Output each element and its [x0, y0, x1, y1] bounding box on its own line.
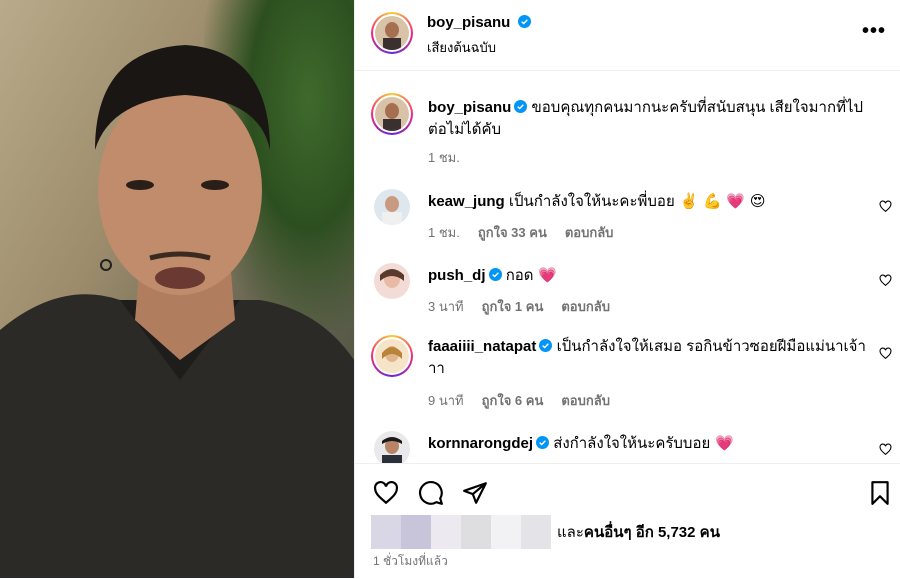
comment-text: ส่งกำลังใจให้นะครับบอย 💗 — [553, 434, 734, 452]
verified-badge-icon — [514, 100, 528, 113]
caption-avatar[interactable] — [371, 93, 413, 135]
comment-time: 1 ชม. — [428, 225, 460, 240]
comment-avatar[interactable] — [374, 263, 410, 299]
comment-avatar[interactable] — [374, 431, 410, 463]
comment-username[interactable]: kornnarongdej — [428, 435, 533, 452]
verified-badge-icon — [488, 268, 502, 281]
save-bookmark-icon[interactable] — [867, 480, 893, 506]
more-options-icon[interactable]: ••• — [862, 20, 886, 43]
verified-badge-icon — [536, 436, 550, 449]
reply-button[interactable]: ตอบกลับ — [561, 299, 610, 314]
likes-prefix: และ — [557, 524, 584, 541]
comment-text: กอด 💗 — [505, 266, 557, 284]
comment-username[interactable]: faaaiiii_natapat — [428, 338, 536, 355]
comments-list[interactable]: boy_pisanu ขอบคุณทุกคนมากนะครับที่สนับสน… — [355, 71, 900, 463]
caption-time: 1 ชม. — [428, 150, 460, 165]
comment-time: 9 นาที — [428, 393, 464, 408]
comment-time: 3 นาที — [428, 299, 464, 314]
comment-username[interactable]: keaw_jung — [428, 193, 505, 210]
author-username[interactable]: boy_pisanu — [427, 14, 510, 31]
comment-text: เป็นกำลังใจให้นะคะพี่บอย ✌️ 💪 💗 😍 — [508, 192, 766, 210]
comment-username[interactable]: push_dj — [428, 267, 486, 284]
like-comment-heart-icon[interactable] — [879, 274, 892, 287]
comment-meta: 3 นาที ถูกใจ 1 คน ตอบกลับ — [428, 296, 610, 317]
reply-button[interactable]: ตอบกลับ — [565, 225, 614, 240]
verified-badge-icon — [539, 339, 553, 352]
blurred-liker-avatars — [371, 515, 551, 549]
comment-bubble-icon[interactable] — [418, 480, 444, 506]
like-comment-heart-icon[interactable] — [879, 443, 892, 456]
like-comment-heart-icon[interactable] — [879, 200, 892, 213]
comment-meta: 1 ชม. ถูกใจ 33 คน ตอบกลับ — [428, 222, 613, 243]
post-time: 1 ชั่วโมงที่แล้ว — [373, 554, 448, 568]
author-avatar[interactable] — [371, 12, 413, 54]
comment-meta: 9 นาที ถูกใจ 6 คน ตอบกลับ — [428, 390, 610, 411]
comment-avatar[interactable] — [371, 335, 413, 377]
like-comment-heart-icon[interactable] — [879, 347, 892, 360]
audio-subtitle[interactable]: เสียงต้นฉบับ — [427, 37, 496, 58]
post-actions: และคนอื่นๆ อีก 5,732 คน 1 ชั่วโมงที่แล้ว — [355, 463, 900, 579]
comment-likes[interactable]: ถูกใจ 33 คน — [478, 225, 547, 240]
caption-username[interactable]: boy_pisanu — [428, 99, 511, 116]
likes-count[interactable]: คนอื่นๆ อีก 5,732 คน — [584, 524, 720, 541]
video-player[interactable] — [0, 0, 354, 578]
comment-avatar[interactable] — [374, 189, 410, 225]
post-header: boy_pisanu เสียงต้นฉบับ ••• — [355, 0, 900, 71]
share-paper-plane-icon[interactable] — [462, 480, 488, 506]
comment-likes[interactable]: ถูกใจ 6 คน — [482, 393, 544, 408]
reply-button[interactable]: ตอบกลับ — [561, 393, 610, 408]
video-frame-person — [0, 45, 354, 578]
like-heart-icon[interactable] — [373, 480, 399, 506]
comment-likes[interactable]: ถูกใจ 1 คน — [482, 299, 544, 314]
verified-badge-icon — [517, 15, 531, 28]
likes-summary[interactable]: และคนอื่นๆ อีก 5,732 คน — [371, 515, 720, 549]
